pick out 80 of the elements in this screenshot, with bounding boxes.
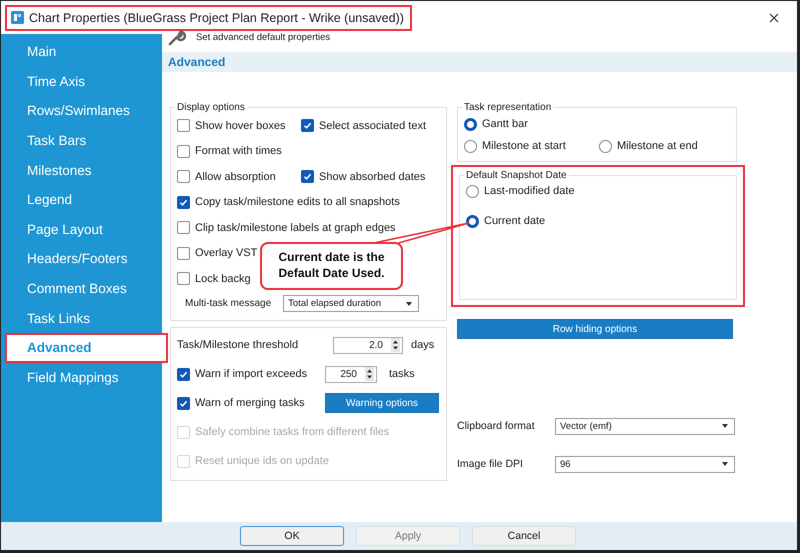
option-label: Lock backg <box>195 272 251 285</box>
field-label: Clipboard format <box>457 420 535 432</box>
radio-button[interactable] <box>599 140 612 152</box>
window-title: Chart Properties (BlueGrass Project Plan Report - Wrike (unsaved)) <box>29 10 404 24</box>
option-label: Allow absorption <box>195 170 276 183</box>
checkmark-icon <box>303 121 312 130</box>
group-title: Default Snapshot Date <box>465 170 568 181</box>
checkbox[interactable] <box>177 170 190 184</box>
checkbox[interactable] <box>177 272 190 286</box>
caret-icon <box>406 302 412 306</box>
spin-field[interactable]: 2.0 <box>333 336 403 354</box>
sidebar-item[interactable]: Main <box>5 37 162 67</box>
group-title: Display options <box>176 102 246 113</box>
option-label: Select associated text <box>319 120 426 132</box>
row-hiding-button[interactable]: Row hiding options <box>457 319 733 339</box>
sidebar-item[interactable]: Advanced <box>5 332 168 363</box>
dialog-button[interactable]: Cancel <box>472 526 576 546</box>
checkbox[interactable] <box>177 368 190 380</box>
field-label: Image file DPI <box>457 458 523 470</box>
option-label: Milestone at end <box>617 140 698 152</box>
spin-arrows-icon[interactable] <box>365 367 374 381</box>
option-label: Format with times <box>195 145 282 158</box>
checkbox[interactable] <box>177 221 190 234</box>
dropdown[interactable]: Vector (emf) <box>555 418 735 434</box>
unit-label: tasks <box>389 368 415 380</box>
sidebar-item[interactable]: Rows/Swimlanes <box>5 96 162 126</box>
option-label: Last-modified date <box>484 185 574 197</box>
app-icon <box>11 11 24 24</box>
checkmark-icon <box>303 172 312 182</box>
checkmark-icon <box>179 370 188 378</box>
sidebar-item[interactable]: Comment Boxes <box>5 274 162 304</box>
sidebar-item[interactable]: Headers/Footers <box>5 244 162 274</box>
option-label: Multi-task message <box>185 298 272 309</box>
radio-button[interactable] <box>466 184 479 198</box>
spin-arrows-icon[interactable] <box>391 338 400 352</box>
sidebar-item[interactable]: Page Layout <box>5 214 162 244</box>
checkbox[interactable] <box>177 144 190 158</box>
option-label: Warn of merging tasks <box>195 397 305 409</box>
page-description: Set advanced default properties <box>196 32 330 42</box>
option-label: Gantt bar <box>482 118 528 130</box>
close-icon[interactable] <box>769 12 779 22</box>
checkbox[interactable] <box>301 170 314 184</box>
radio-button[interactable] <box>466 214 479 228</box>
option-label: Milestone at start <box>482 140 566 152</box>
option-label: Warn if import exceeds <box>195 368 308 380</box>
sidebar-item[interactable]: Task Bars <box>5 126 162 156</box>
sidebar-item[interactable]: Task Links <box>5 303 162 333</box>
dropdown[interactable]: Total elapsed duration <box>283 295 420 312</box>
radio-button[interactable] <box>464 118 477 130</box>
caret-icon <box>722 424 728 428</box>
checkbox[interactable] <box>301 119 314 132</box>
option-label: Copy task/milestone edits to all snapshots <box>195 196 400 208</box>
sidebar-item[interactable]: Milestones <box>5 155 162 185</box>
option-label: Show hover boxes <box>195 120 286 132</box>
checkbox[interactable] <box>177 246 190 260</box>
sidebar-item[interactable]: Time Axis <box>5 66 162 96</box>
checkmark-icon <box>179 198 188 207</box>
unit-label: days <box>411 339 434 351</box>
checkbox[interactable] <box>177 196 190 209</box>
spin-field[interactable]: 250 <box>325 366 377 382</box>
sidebar-item[interactable]: Legend <box>5 184 162 215</box>
section-title: Advanced <box>168 55 226 69</box>
dialog-button[interactable]: OK <box>240 526 344 546</box>
warning-options-button[interactable]: Warning options <box>325 393 439 413</box>
caret-icon <box>722 462 728 466</box>
checkmark-icon <box>179 398 188 408</box>
option-label: Current date <box>484 215 546 227</box>
wrench-icon <box>168 28 186 46</box>
option-label: Overlay VST <box>195 247 258 260</box>
checkbox[interactable] <box>177 396 190 410</box>
radio-button[interactable] <box>464 140 477 152</box>
dropdown[interactable]: 96 <box>555 456 735 472</box>
option-label: Task/Milestone threshold <box>177 339 298 351</box>
option-label: Safely combine tasks from different files <box>195 426 390 438</box>
option-label: Reset unique ids on update <box>195 455 329 467</box>
option-label: Show absorbed dates <box>319 170 426 183</box>
checkbox[interactable] <box>177 119 190 132</box>
group-title: Task representation <box>463 102 552 113</box>
sidebar-item[interactable]: Field Mappings <box>5 362 162 392</box>
option-label: Clip task/milestone labels at graph edges <box>195 222 396 234</box>
